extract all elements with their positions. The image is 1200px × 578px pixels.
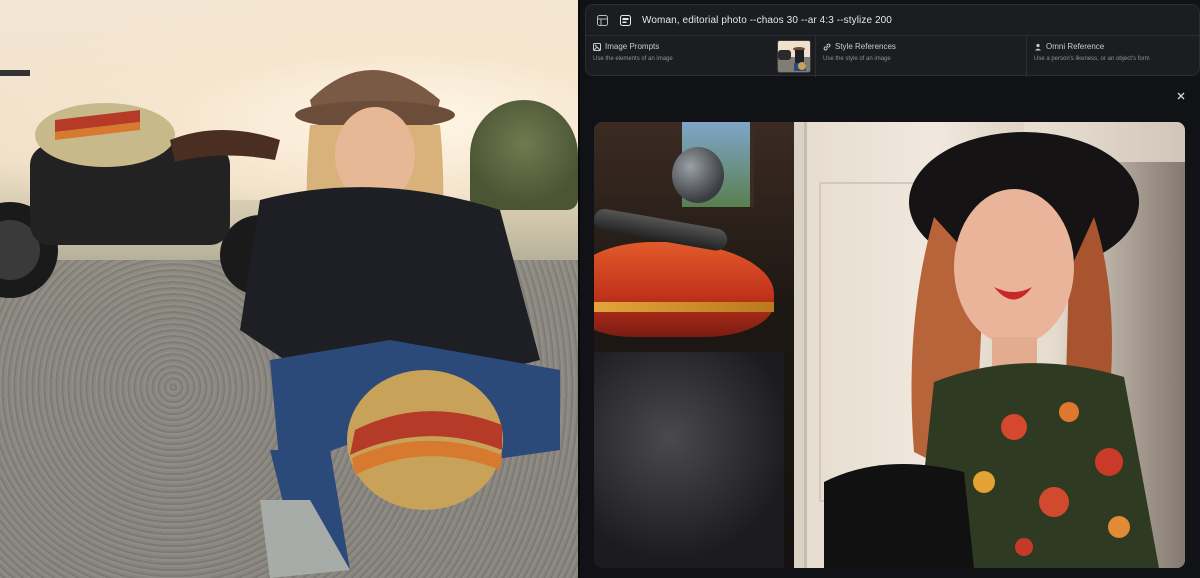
screen: Woman, editorial photo --chaos 30 --ar 4… — [0, 0, 1200, 578]
omni-reference-subtitle: Use a person's likeness, or an object's … — [1034, 56, 1150, 62]
style-references-label: Style References — [835, 42, 896, 51]
close-button[interactable] — [1173, 88, 1189, 104]
image-prompts-option[interactable]: Image Prompts Use the elements of an ima… — [586, 36, 815, 77]
layout-icon[interactable] — [595, 13, 609, 27]
reference-photo — [0, 0, 578, 578]
prompt-card: Woman, editorial photo --chaos 30 --ar 4… — [585, 4, 1200, 77]
style-references-subtitle: Use the style of an image — [823, 56, 891, 62]
image-prompts-label: Image Prompts — [605, 42, 660, 51]
image-prompt-icon[interactable] — [618, 13, 632, 27]
prompt-input[interactable]: Woman, editorial photo --chaos 30 --ar 4… — [642, 15, 892, 26]
style-references-option[interactable]: Style References Use the style of an ima… — [815, 36, 1026, 77]
omni-reference-title: Omni Reference — [1034, 42, 1199, 51]
gen-mirror — [672, 147, 724, 203]
gen-woman — [824, 132, 1159, 568]
style-references-title: Style References — [823, 42, 1026, 51]
person-icon — [1035, 43, 1041, 50]
panel-divider — [578, 0, 580, 578]
gen-engine — [594, 352, 784, 568]
omni-reference-label: Omni Reference — [1046, 42, 1105, 51]
close-icon — [1177, 92, 1185, 100]
generated-image[interactable] — [594, 122, 1185, 568]
image-prompt-thumbnail[interactable] — [777, 40, 811, 73]
prompt-row[interactable]: Woman, editorial photo --chaos 30 --ar 4… — [586, 5, 1199, 35]
omni-reference-option[interactable]: Omni Reference Use a person's likeness, … — [1026, 36, 1199, 77]
photo-woman — [240, 70, 560, 578]
gen-tank-stripe — [594, 302, 774, 312]
reference-options: Image Prompts Use the elements of an ima… — [586, 35, 1199, 77]
link-icon — [823, 43, 831, 50]
image-icon — [593, 42, 601, 51]
